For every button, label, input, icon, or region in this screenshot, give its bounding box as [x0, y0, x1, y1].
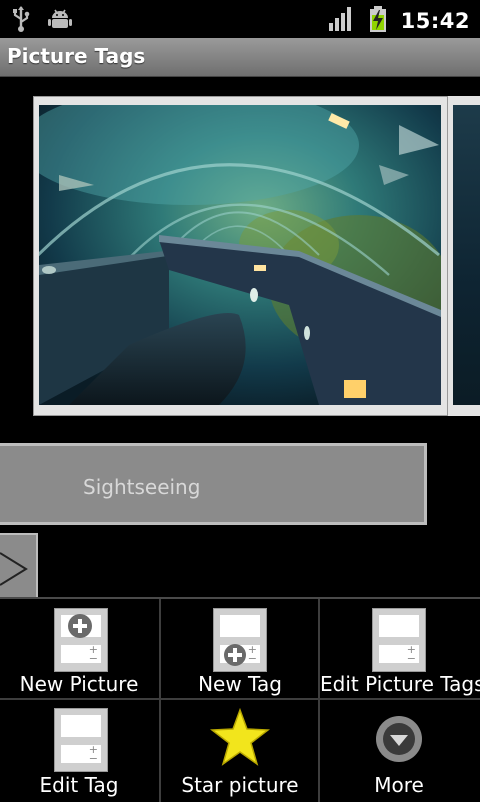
menu-item-more[interactable]: More [320, 700, 478, 800]
tag-label: Sightseeing [83, 475, 201, 499]
triangle-right-icon [0, 552, 28, 586]
android-debug-icon [48, 7, 72, 35]
tag-button-sightseeing[interactable]: Sightseeing [0, 443, 427, 525]
next-photo-edge [453, 105, 480, 405]
options-menu: + − New Picture + − New Tag + − Edit Pictur… [0, 597, 480, 802]
menu-item-label: Edit Picture Tags [320, 672, 480, 696]
menu-item-label: Edit Tag [39, 773, 119, 797]
tag-scroll-arrow[interactable] [0, 533, 38, 599]
menu-item-new-picture[interactable]: + − New Picture [0, 599, 158, 699]
star-icon [210, 708, 270, 766]
menu-item-edit-picture-tags[interactable]: + − Edit Picture Tags [320, 599, 480, 699]
new-picture-icon: + − [54, 608, 108, 672]
app-title: Picture Tags [7, 44, 146, 68]
title-bar: Picture Tags [0, 38, 480, 77]
signal-icon [328, 7, 355, 35]
status-bar: 15:42 [0, 0, 480, 38]
picture-frame[interactable] [33, 96, 448, 416]
clock: 15:42 [400, 9, 470, 33]
menu-item-edit-tag[interactable]: + − Edit Tag [0, 700, 158, 800]
menu-item-label: More [374, 773, 424, 797]
next-picture-frame[interactable] [448, 96, 480, 416]
aquarium-tunnel-photo[interactable] [39, 105, 441, 405]
picture-gallery[interactable] [0, 76, 480, 436]
new-tag-icon: + − [213, 608, 267, 672]
menu-item-star-picture[interactable]: Star picture [161, 700, 319, 800]
edit-tag-icon: + − [54, 708, 108, 772]
menu-item-label: New Tag [198, 672, 282, 696]
edit-picture-tags-icon: + − [372, 608, 426, 672]
more-icon [376, 716, 422, 762]
usb-icon [12, 6, 30, 36]
menu-item-new-tag[interactable]: + − New Tag [161, 599, 319, 699]
battery-charging-icon [369, 6, 387, 36]
menu-item-label: Star picture [181, 773, 299, 797]
menu-item-label: New Picture [19, 672, 139, 696]
